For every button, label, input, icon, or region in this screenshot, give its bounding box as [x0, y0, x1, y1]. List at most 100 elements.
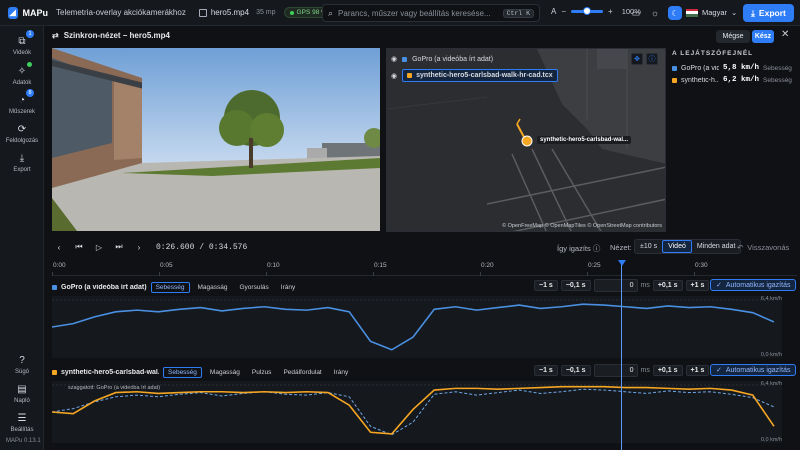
sync-title: Szinkron-nézet – hero5.mp4	[63, 31, 170, 40]
tab-cadence[interactable]: Pedálfordulat	[279, 368, 325, 377]
tab-heart-rate[interactable]: Pulzus	[248, 368, 276, 377]
playhead-handle[interactable]	[618, 260, 627, 266]
timeline-ruler[interactable]: 0:00 0:05 0:10 0:15 0:20 0:25 0:30	[52, 262, 797, 276]
view-option[interactable]: Minden adat	[692, 240, 741, 253]
timecode: 0:26.600 / 0:34.576	[156, 243, 247, 252]
nudge-minus-01s[interactable]: −0,1 s	[560, 280, 591, 291]
cancel-button[interactable]: Mégse	[716, 30, 750, 43]
offset-controls: −1 s −0,1 s ms +0,1 s +1 s ↶	[534, 364, 721, 377]
sidebar-item-videos[interactable]: ⧉ 1 Videók	[0, 30, 44, 56]
check-icon: ✓	[716, 282, 722, 289]
sidebar-item-instruments[interactable]: ◔ 8 Műszerek	[0, 89, 44, 115]
skip-back-icon[interactable]: ⏮	[72, 240, 86, 254]
playhead-unit: Sebesség	[763, 76, 792, 84]
sidebar-label: Műszerek	[8, 109, 35, 115]
chart-gopro-svg	[51, 299, 775, 351]
tab-heading[interactable]: Irány	[277, 283, 299, 292]
sidebar-item-data[interactable]: ✧ Adatok	[0, 62, 44, 86]
export-button[interactable]: ⤓ Export	[743, 4, 794, 22]
tab-acceleration[interactable]: Gyorsulás	[236, 283, 273, 292]
monitor-icon[interactable]: ▭	[630, 7, 642, 19]
sidebar-item-help[interactable]: ? Súgó	[0, 354, 44, 376]
app-logo: ◢ MAPu	[0, 6, 48, 19]
series-color-swatch	[672, 77, 677, 83]
prev-frame-icon[interactable]: ‹	[52, 240, 66, 254]
track-color-swatch	[52, 369, 57, 375]
chevron-down-icon: ⌄	[731, 8, 738, 17]
video-preview[interactable]	[52, 48, 380, 231]
nudge-minus-1s[interactable]: −1 s	[534, 365, 558, 376]
instruments-badge: 8	[26, 89, 34, 97]
sidebar-item-log[interactable]: ▤ Napló	[0, 383, 44, 405]
map-view[interactable]: ◉ GoPro (a videóba írt adat) ◉ synthetic…	[386, 48, 666, 232]
sidebar-label: Feldolgozás	[5, 138, 39, 144]
tab-altitude[interactable]: Magasság	[206, 368, 244, 377]
settings-icon: ☰	[17, 412, 27, 424]
align-hint[interactable]: Így igazíts ⓘ	[557, 243, 600, 254]
search-input[interactable]	[338, 8, 498, 18]
top-icons: ▭ ☼ ☾	[630, 6, 682, 20]
undo-icon: ↶	[737, 243, 744, 252]
chart-gopro-speed[interactable]: 6,4 km/h 0,0 km/h	[51, 296, 782, 358]
map-attribution[interactable]: © OpenFreeMap © OpenMapTiles © OpenStree…	[502, 223, 662, 229]
auto-align-button[interactable]: ✓ Automatikus igazítás	[710, 364, 797, 376]
tab-altitude[interactable]: Magasság	[194, 283, 232, 292]
skip-forward-icon[interactable]: ⏭	[112, 240, 126, 254]
zoom-in-icon[interactable]: +	[608, 7, 613, 16]
nudge-minus-01s[interactable]: −0,1 s	[560, 365, 591, 376]
visibility-eye-icon[interactable]: ◉	[391, 55, 397, 63]
text-size-icon[interactable]: A	[551, 7, 556, 16]
chart-synthetic-speed[interactable]: szaggatott: GoPro (a videóba írt adat) 6…	[51, 381, 782, 443]
nudge-minus-1s[interactable]: −1 s	[534, 280, 558, 291]
view-option-selected[interactable]: Videó	[662, 240, 692, 253]
sidebar-item-export[interactable]: ⤓ Export	[0, 152, 44, 174]
map-move-icon[interactable]: ✥	[631, 53, 643, 65]
log-icon: ▤	[17, 383, 27, 395]
undo-button[interactable]: ↶ Visszavonás	[737, 243, 789, 252]
map-layer-active: synthetic-hero5-carlsbad-walk-hr-cad.tcx	[402, 69, 558, 82]
sidebar-item-processing[interactable]: ⟳ Feldolgozás	[0, 123, 44, 145]
nudge-plus-01s[interactable]: +0,1 s	[652, 365, 683, 376]
zoom-slider[interactable]	[571, 7, 604, 15]
track-color-swatch	[52, 284, 57, 290]
offset-input[interactable]	[593, 364, 638, 377]
zoom-out-icon[interactable]: −	[561, 7, 566, 16]
auto-align-label: Automatikus igazítás	[725, 366, 791, 374]
tab-speed[interactable]: Sebesség	[163, 366, 202, 378]
tab-speed[interactable]: Sebesség	[150, 281, 190, 293]
done-button[interactable]: Kész	[752, 30, 774, 43]
sidebar-label: Napló	[14, 398, 30, 404]
process-icon: ⟳	[17, 123, 27, 135]
auto-align-button[interactable]: ✓ Automatikus igazítás	[710, 279, 797, 291]
close-icon[interactable]: ✕	[781, 29, 789, 40]
offset-unit: ms	[640, 282, 650, 289]
check-icon: ✓	[716, 367, 722, 374]
offset-input[interactable]	[593, 279, 638, 292]
playhead-cursor[interactable]	[621, 260, 623, 450]
total-time: 0:34.576	[208, 242, 248, 252]
next-frame-icon[interactable]: ›	[132, 240, 146, 254]
file-chip[interactable]: hero5.mp4 35 mp	[198, 8, 276, 17]
sun-icon[interactable]: ☼	[649, 7, 661, 19]
layer-color-swatch	[402, 56, 408, 62]
play-icon[interactable]: ▷	[92, 240, 106, 254]
search-icon: ⌕	[328, 7, 334, 18]
tab-heading[interactable]: Irány	[330, 368, 352, 377]
language-selector[interactable]: Magyar ⌄	[686, 8, 737, 17]
nudge-plus-01s[interactable]: +0,1 s	[652, 280, 683, 291]
nudge-plus-1s[interactable]: +1 s	[685, 365, 710, 376]
nudge-plus-1s[interactable]: +1 s	[685, 280, 710, 291]
sidebar-label: Adatok	[12, 80, 32, 86]
view-selector: ±10 s Videó Minden adat	[634, 239, 742, 254]
view-option[interactable]: ±10 s	[635, 240, 662, 253]
map-info-icon[interactable]: ⓘ	[646, 53, 658, 65]
moon-icon[interactable]: ☾	[668, 6, 682, 20]
tick-label: 0:25	[588, 262, 601, 269]
map-layer-gopro[interactable]: ◉ GoPro (a videóba írt adat)	[391, 55, 493, 64]
map-layer-synthetic[interactable]: ◉ synthetic-hero5-carlsbad-walk-hr-cad.t…	[391, 69, 558, 82]
visibility-eye-icon[interactable]: ◉	[391, 72, 397, 80]
tick-label: 0:10	[267, 262, 280, 269]
zoom-slider-knob[interactable]	[583, 7, 592, 15]
search-box[interactable]: ⌕ Ctrl K	[322, 4, 540, 22]
sidebar-item-settings[interactable]: ☰ Beállítás	[0, 412, 44, 434]
